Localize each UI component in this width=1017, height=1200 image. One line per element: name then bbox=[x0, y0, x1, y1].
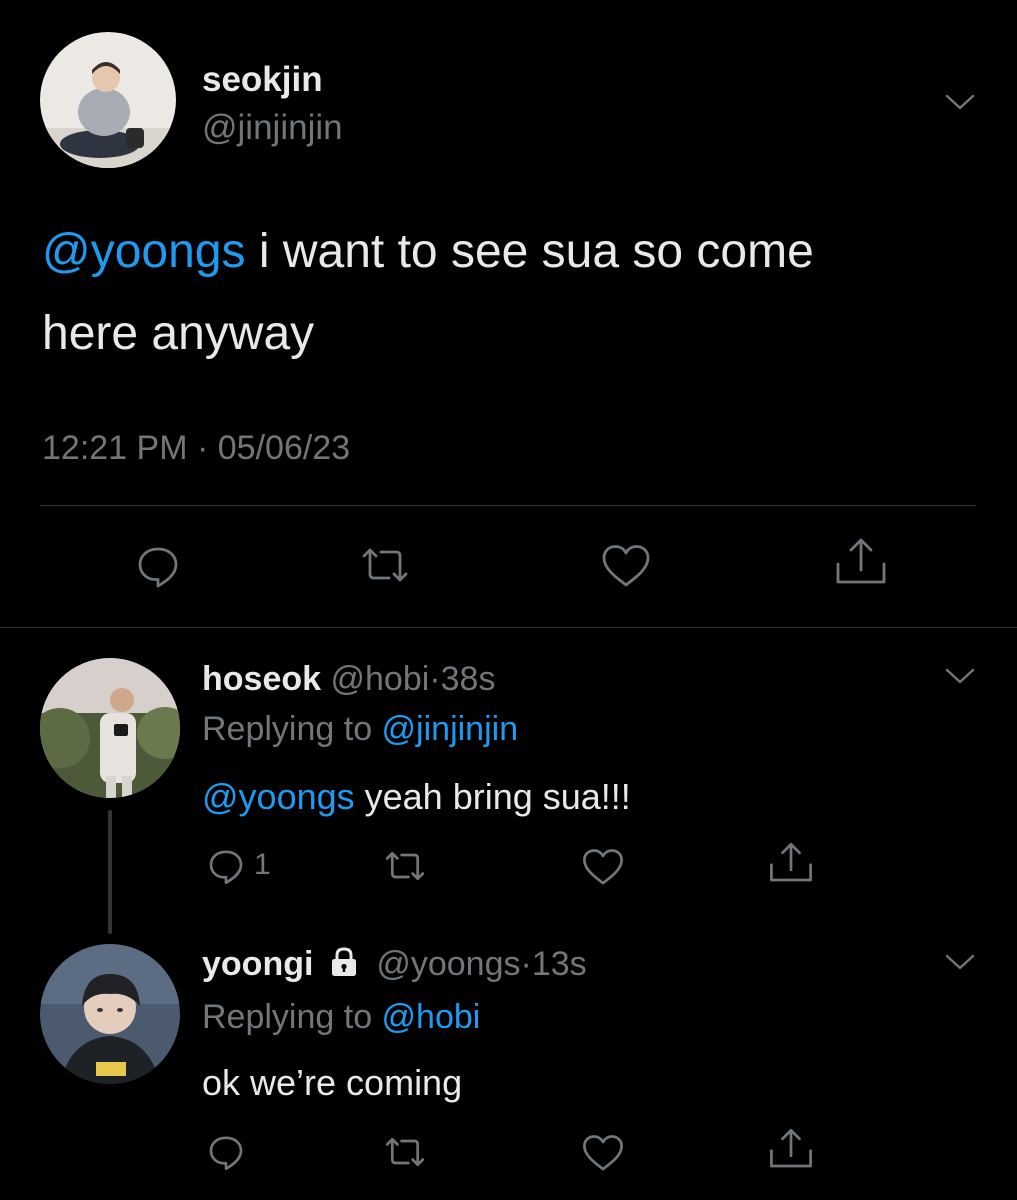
tweet-text-line-2: here anyway bbox=[42, 307, 315, 360]
tweet-date: 05/06/23 bbox=[217, 429, 351, 467]
replying-handle-link[interactable]: @hobi bbox=[382, 998, 481, 1036]
retweet-icon[interactable] bbox=[383, 1132, 427, 1172]
display-name[interactable]: yoongi bbox=[202, 945, 313, 983]
user-handle[interactable]: @yoongs bbox=[376, 945, 520, 983]
section-divider bbox=[0, 627, 1017, 628]
replying-handle-link[interactable]: @jinjinjin bbox=[382, 710, 519, 748]
replying-to: Replying to @hobi bbox=[202, 997, 480, 1037]
chevron-down-icon[interactable] bbox=[944, 666, 976, 686]
separator: · bbox=[196, 429, 209, 467]
retweet-icon[interactable] bbox=[359, 542, 411, 588]
share-icon[interactable] bbox=[834, 538, 888, 586]
like-icon[interactable] bbox=[600, 543, 652, 589]
mention-link[interactable]: @yoongs bbox=[202, 776, 355, 817]
like-icon[interactable] bbox=[581, 1133, 625, 1173]
user-handle[interactable]: @hobi bbox=[331, 660, 430, 698]
display-name[interactable]: hoseok bbox=[202, 660, 321, 698]
share-icon[interactable] bbox=[768, 1128, 814, 1170]
tweet-text: i want to see sua so come bbox=[245, 225, 814, 278]
lock-icon bbox=[331, 947, 356, 976]
reply-icon[interactable] bbox=[134, 542, 182, 590]
divider bbox=[40, 505, 976, 506]
reply-icon[interactable] bbox=[206, 846, 246, 886]
chevron-down-icon[interactable] bbox=[944, 92, 976, 112]
share-icon[interactable] bbox=[768, 842, 814, 884]
reply-icon[interactable] bbox=[206, 1132, 246, 1172]
replying-label: Replying to bbox=[202, 710, 382, 748]
like-icon[interactable] bbox=[581, 847, 625, 887]
display-name[interactable]: seokjin bbox=[202, 60, 323, 100]
reply-text: @yoongs yeah bring sua!!! bbox=[202, 776, 631, 818]
avatar[interactable] bbox=[40, 32, 176, 168]
mention-link[interactable]: @yoongs bbox=[42, 225, 246, 278]
tweet-timestamp: 12:21 PM · 05/06/23 bbox=[42, 428, 350, 468]
tweet-time: 12:21 PM bbox=[42, 429, 188, 467]
replying-to: Replying to @jinjinjin bbox=[202, 709, 518, 749]
reply-count: 1 bbox=[254, 848, 271, 881]
tweet-text-line-1: @yoongs i want to see sua so come bbox=[42, 224, 814, 280]
chevron-down-icon[interactable] bbox=[944, 952, 976, 972]
separator: · bbox=[429, 660, 441, 698]
retweet-icon[interactable] bbox=[383, 846, 427, 886]
replying-label: Replying to bbox=[202, 998, 382, 1036]
reply-header: yoongi @yoongs·13s bbox=[202, 944, 587, 984]
thread-connector bbox=[108, 810, 112, 934]
tweet-age: 38s bbox=[440, 660, 496, 698]
user-handle[interactable]: @jinjinjin bbox=[202, 108, 343, 148]
tweet-text: yeah bring sua!!! bbox=[354, 776, 631, 817]
avatar[interactable] bbox=[40, 658, 180, 798]
reply-header: hoseok @hobi·38s bbox=[202, 659, 495, 699]
avatar[interactable] bbox=[40, 944, 180, 1084]
tweet-text: ok we’re coming bbox=[202, 1062, 463, 1103]
tweet-age: 13s bbox=[531, 945, 587, 983]
separator: · bbox=[520, 945, 532, 983]
